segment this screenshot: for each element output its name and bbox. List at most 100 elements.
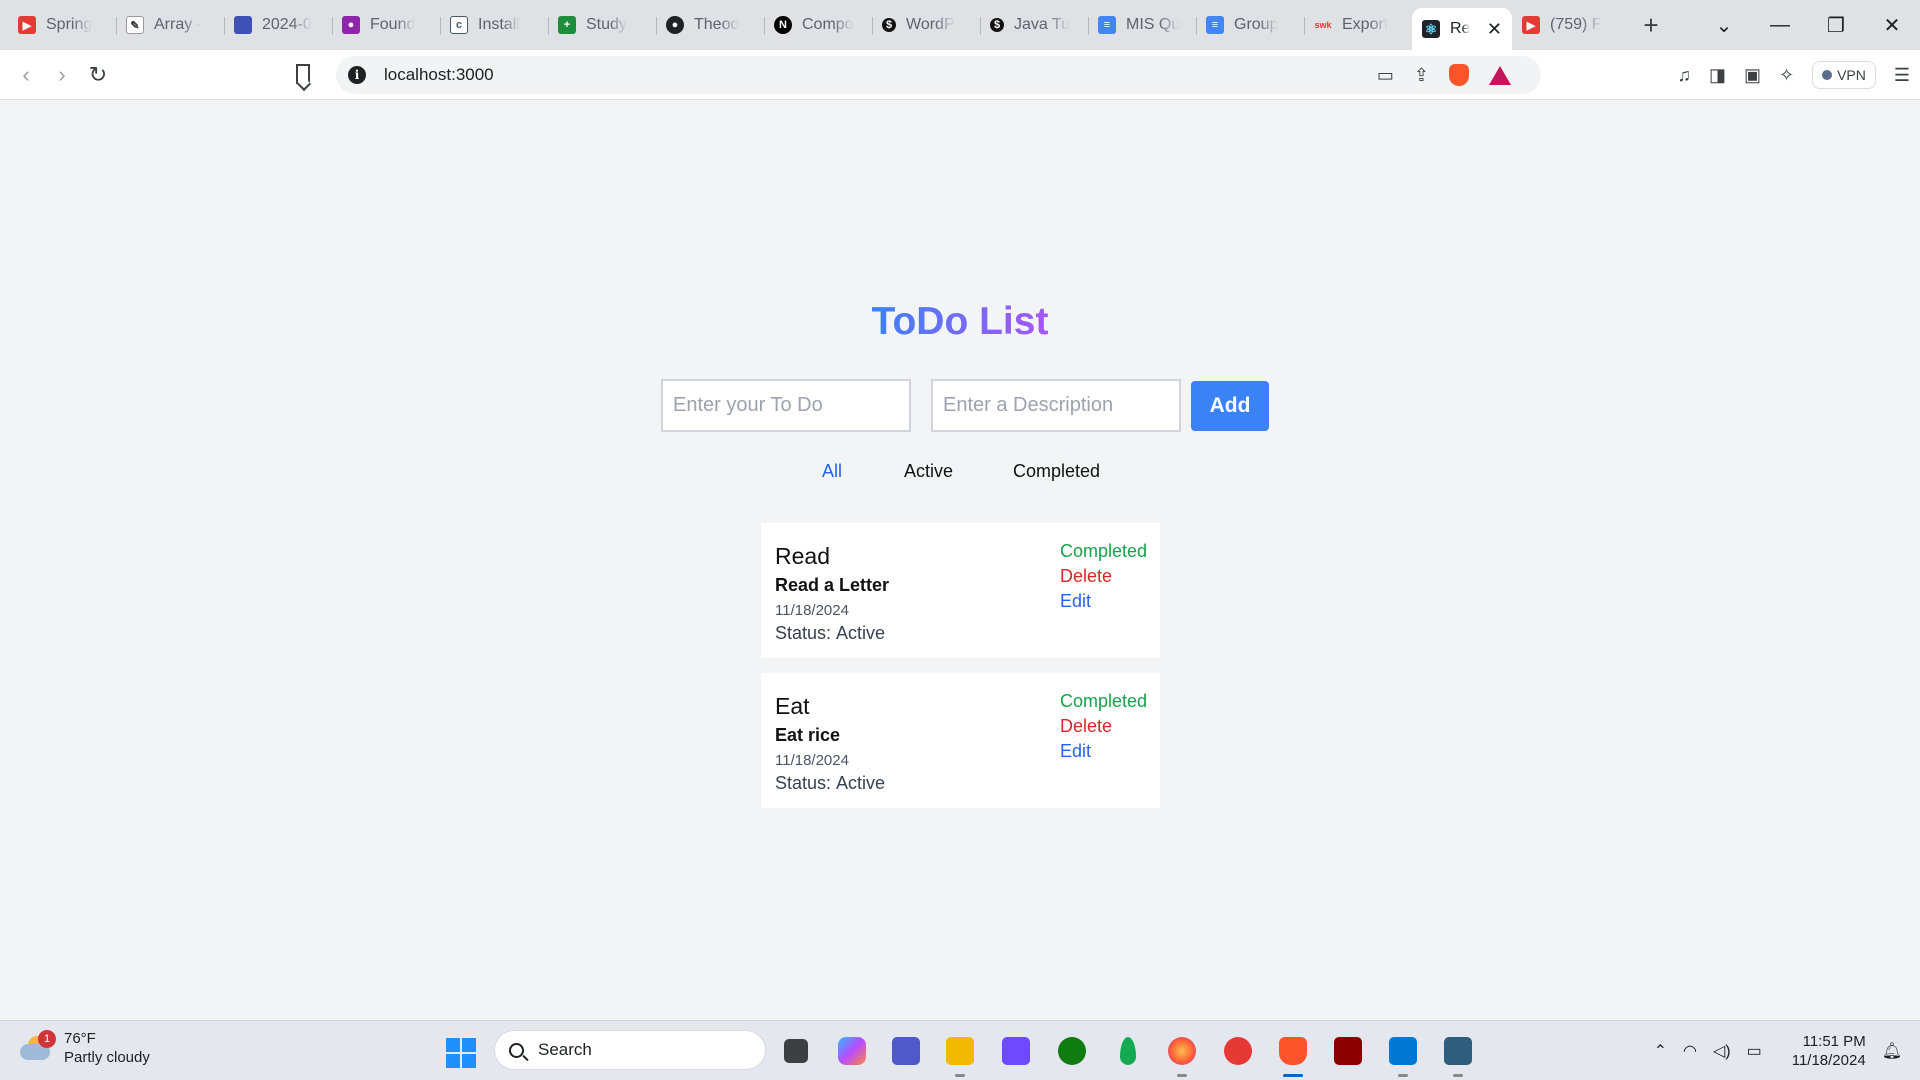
- maximize-button[interactable]: ❐: [1808, 13, 1864, 38]
- close-icon[interactable]: ✕: [1487, 19, 1502, 40]
- file-explorer-icon[interactable]: [946, 1037, 974, 1077]
- menu-icon[interactable]: ☰: [1894, 65, 1910, 86]
- edit-button[interactable]: Edit: [1060, 591, 1091, 612]
- todo-description-input[interactable]: [931, 379, 1181, 432]
- close-window-button[interactable]: ✕: [1864, 13, 1920, 38]
- reload-button[interactable]: ↻: [80, 62, 116, 88]
- media-icon[interactable]: ♫: [1677, 65, 1691, 86]
- proton-icon[interactable]: [1002, 1037, 1030, 1065]
- tab-study[interactable]: + Study: [548, 7, 656, 43]
- edit-button[interactable]: Edit: [1060, 741, 1091, 762]
- tab-export[interactable]: swk Export: [1304, 7, 1412, 43]
- tab-mis[interactable]: ≡ MIS Qu: [1088, 7, 1196, 43]
- tab-title: Compo: [802, 16, 854, 33]
- brave-rewards-icon[interactable]: [1489, 65, 1511, 85]
- url-text[interactable]: localhost:3000: [384, 65, 494, 85]
- firefox-icon[interactable]: [1168, 1037, 1196, 1077]
- tab-theod[interactable]: ● Theod: [656, 7, 764, 43]
- status-label: Status:: [775, 623, 832, 643]
- doc-icon: c: [450, 16, 468, 34]
- notification-badge: 1: [38, 1030, 56, 1048]
- mysql-icon[interactable]: [1444, 1037, 1472, 1077]
- taskbar-search[interactable]: Search: [494, 1030, 766, 1070]
- minimize-button[interactable]: —: [1752, 14, 1808, 37]
- bell-icon[interactable]: 🔔︎: [1882, 1041, 1902, 1061]
- new-tab-button[interactable]: +: [1636, 10, 1666, 41]
- info-icon[interactable]: i: [348, 66, 366, 84]
- nextjs-icon: N: [774, 16, 792, 34]
- start-button[interactable]: [446, 1038, 476, 1068]
- maven-icon[interactable]: [1334, 1037, 1362, 1065]
- bookmark-icon[interactable]: [296, 64, 310, 84]
- filter-active[interactable]: Active: [904, 461, 953, 482]
- teams-icon[interactable]: [892, 1037, 920, 1065]
- volume-icon[interactable]: ◁): [1713, 1041, 1731, 1061]
- back-button[interactable]: ‹: [8, 62, 44, 88]
- wallet-icon[interactable]: ▣: [1744, 65, 1761, 86]
- filter-completed[interactable]: Completed: [1013, 461, 1100, 482]
- leo-ai-icon[interactable]: ✧: [1779, 65, 1794, 86]
- tab-found[interactable]: ● Found: [332, 7, 440, 43]
- vscode-icon[interactable]: [1389, 1037, 1417, 1077]
- vpn-label: VPN: [1837, 67, 1866, 83]
- todo-title-input[interactable]: [661, 379, 911, 432]
- todo-status: Status: Active: [775, 623, 885, 644]
- todo-description: Read a Letter: [775, 575, 890, 595]
- tomato-icon[interactable]: [1224, 1037, 1252, 1065]
- wifi-icon[interactable]: ◠: [1683, 1041, 1697, 1061]
- status-value: Active: [836, 623, 886, 643]
- sheets-icon: +: [558, 16, 576, 34]
- status-value: Active: [836, 773, 886, 793]
- tab-install[interactable]: c Install: [440, 7, 548, 43]
- clock[interactable]: 11:51 PM 11/18/2024: [1792, 1032, 1866, 1070]
- clock-time: 11:51 PM: [1802, 1033, 1866, 1050]
- tab-search-icon[interactable]: ⌄: [1696, 13, 1752, 38]
- tab-react-active[interactable]: ⚛ Re ✕: [1412, 8, 1512, 50]
- tab-compo[interactable]: N Compo: [764, 7, 872, 43]
- docs-icon: ≡: [1098, 16, 1116, 34]
- sidebar-icon[interactable]: ◨: [1709, 65, 1726, 86]
- share-icon[interactable]: ⇪: [1414, 65, 1429, 86]
- add-button[interactable]: Add: [1191, 381, 1269, 431]
- vpn-status-icon: [1822, 70, 1833, 80]
- forward-button[interactable]: ›: [44, 62, 80, 88]
- tab-title: Java Tu: [1014, 16, 1071, 33]
- delete-button[interactable]: Delete: [1060, 716, 1112, 737]
- tab-title: Re: [1450, 20, 1471, 37]
- address-bar[interactable]: i localhost:3000 ▭ ⇪: [336, 56, 1541, 94]
- taskbar: 1 76°F Partly cloudy Search ⌃ ◠ ◁) ▭ 11:5…: [0, 1020, 1920, 1080]
- tab-title: (759) F: [1550, 16, 1602, 33]
- complete-button[interactable]: Completed: [1060, 541, 1147, 562]
- tab-2024[interactable]: 2024-0: [224, 7, 332, 43]
- youtube-icon: ▶: [1522, 16, 1540, 34]
- vpn-button[interactable]: VPN: [1812, 61, 1876, 89]
- todo-title: Read: [775, 543, 830, 569]
- tab-youtube[interactable]: ▶ (759) F: [1512, 7, 1620, 43]
- todo-description: Eat rice: [775, 725, 841, 745]
- tab-array[interactable]: ✎ Array -: [116, 7, 224, 43]
- xbox-icon[interactable]: [1058, 1037, 1086, 1065]
- page-title-text: ToDo List: [871, 300, 1049, 343]
- people-icon: ●: [342, 16, 360, 34]
- window-controls: ⌄ — ❐ ✕: [1696, 0, 1920, 50]
- mongodb-icon[interactable]: [1120, 1037, 1136, 1065]
- tab-wordp[interactable]: $ WordP: [872, 7, 980, 43]
- task-view-icon[interactable]: [784, 1039, 808, 1063]
- tab-java[interactable]: $ Java Tu: [980, 7, 1088, 43]
- weather-widget[interactable]: 1 76°F Partly cloudy: [20, 1029, 150, 1067]
- youtube-icon: ▶: [18, 16, 36, 34]
- address-bar-actions: ▭ ⇪: [1377, 56, 1511, 94]
- complete-button[interactable]: Completed: [1060, 691, 1147, 712]
- battery-icon[interactable]: ▭: [1747, 1041, 1762, 1061]
- tab-title: 2024-0: [262, 16, 312, 33]
- tab-group[interactable]: ≡ Group: [1196, 7, 1304, 43]
- filter-all[interactable]: All: [822, 461, 842, 482]
- brave-icon[interactable]: [1279, 1037, 1307, 1077]
- weather-temp: 76°F: [64, 1030, 96, 1047]
- delete-button[interactable]: Delete: [1060, 566, 1112, 587]
- tab-spring[interactable]: ▶ Spring: [8, 7, 116, 43]
- brave-shields-icon[interactable]: [1449, 64, 1469, 86]
- chevron-up-icon[interactable]: ⌃: [1654, 1041, 1667, 1061]
- install-app-icon[interactable]: ▭: [1377, 65, 1394, 86]
- copilot-icon[interactable]: [838, 1037, 866, 1065]
